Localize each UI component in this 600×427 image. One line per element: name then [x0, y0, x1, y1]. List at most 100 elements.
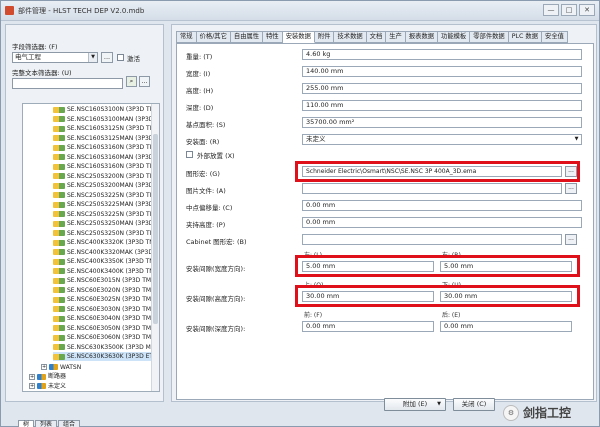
activate-checkbox[interactable] — [117, 54, 124, 61]
clamp-height-label: 夹持高度: (P) — [186, 221, 226, 229]
close-button[interactable]: 关闭 (C) — [453, 398, 495, 411]
clamp-height-field[interactable]: 0.00 mm — [302, 217, 582, 228]
field-filter-more-button[interactable]: ... — [101, 52, 113, 63]
tree-item[interactable]: SE.NSC160S3160MAN (3P3D M — [53, 153, 159, 162]
expand-icon[interactable]: + — [29, 373, 35, 380]
tree-item[interactable]: SE.NSC60E3050N (3P3D TM50 — [53, 324, 159, 333]
tab-9[interactable]: 报表数据 — [405, 31, 439, 43]
tree-item-label: SE.NSC60E3060N (3P3D TM60 — [67, 334, 159, 341]
tree-item[interactable]: SE.NSC400K3400K (3P3D TM4( — [53, 267, 159, 276]
tree-item[interactable]: SE.NSC60E3015N (3P3D TM15 — [53, 276, 159, 285]
tree-item[interactable]: SE.NSC60E3040N (3P3D TM40 — [53, 314, 159, 323]
tree-item[interactable]: SE.NSC250S3200MAN (3P3D M — [53, 181, 160, 190]
tree-item[interactable]: SE.NSC400K3350K (3P3D TM4( — [53, 257, 159, 266]
tree-item[interactable]: SE.NSC160S3125MAN (3P3D M — [53, 134, 159, 143]
tree-item[interactable]: SE.NSC60E3060N (3P3D TM60 — [53, 333, 159, 342]
tab-11[interactable]: 零部件数据 — [470, 31, 509, 43]
tab-7[interactable]: 文档 — [366, 31, 387, 43]
tab-list[interactable]: 列表 — [35, 420, 58, 427]
mount-surface-dropdown[interactable]: 未定义 ▼ — [302, 134, 582, 145]
tree-item[interactable]: SE.NSC630K3630K (3P3D ET52 — [53, 352, 159, 361]
tree-item[interactable]: SE.NSC400K3320MAK (3P3D M — [53, 248, 160, 257]
fulltext-filter-input[interactable] — [12, 78, 123, 89]
part-icon — [53, 268, 65, 274]
tree-item[interactable]: SE.NSC160S3100MAN (3P3D M — [53, 115, 159, 124]
gap-depth-front-field[interactable]: 0.00 mm — [302, 321, 434, 332]
tab-1[interactable]: 价格/其它 — [196, 31, 231, 43]
image-file-browse-button[interactable]: ... — [565, 183, 577, 194]
tab-13[interactable]: 安全值 — [542, 31, 568, 43]
expand-icon[interactable]: + — [29, 383, 35, 389]
tree-item[interactable]: SE.NSC160S3100N (3P3D TM1( — [53, 105, 159, 114]
tree-category[interactable]: +隔电安全开关 — [29, 391, 84, 392]
tree-item[interactable]: SE.NSC250S3250MAN (3P3D M — [53, 219, 160, 228]
minimize-button[interactable]: — — [543, 4, 559, 16]
width-field[interactable]: 140.00 mm — [302, 66, 582, 77]
chevron-down-icon: ▼ — [574, 136, 579, 142]
tab-4[interactable]: 安装数据 — [282, 31, 315, 43]
outer-placement-checkbox[interactable] — [186, 151, 193, 158]
tab-10[interactable]: 功能模板 — [438, 31, 471, 43]
tree-category[interactable]: + WATSN — [41, 363, 81, 372]
property-tabs: 常规 价格/其它 自由属性 特性 安装数据 附件 技术数据 文档 生产 报表数据 功能模板 零部件数据… — [176, 31, 568, 43]
tree-item-label: SE.NSC60E3040N (3P3D TM40 — [67, 315, 159, 322]
tree-item-label: SE.NSC160S3160N (3P3D TM1( — [67, 163, 160, 170]
tab-combined[interactable]: 组合 — [58, 420, 81, 427]
gap-depth-back-field[interactable]: 0.00 mm — [440, 321, 572, 332]
watermark: ⚙ 剑指工控 — [503, 404, 571, 421]
tree-item[interactable]: SE.NSC250S3200N (3P3D TM2( — [53, 172, 159, 181]
tab-8[interactable]: 生产 — [386, 31, 406, 43]
center-offset-field[interactable]: 0.00 mm — [302, 200, 582, 211]
tree-item[interactable]: SE.NSC400K3320K (3P3D TM4( — [53, 238, 159, 247]
tab-3[interactable]: 特性 — [263, 31, 283, 43]
tab-12[interactable]: PLC 数据 — [508, 31, 543, 43]
part-icon — [53, 230, 65, 236]
part-icon — [53, 154, 65, 160]
part-icon — [53, 173, 65, 179]
image-file-field[interactable] — [302, 183, 562, 194]
close-window-button[interactable]: ✕ — [579, 4, 595, 16]
tree-item[interactable]: SE.NSC630K3500K (3P3D M — [53, 343, 151, 352]
depth-field[interactable]: 110.00 mm — [302, 100, 582, 111]
maximize-button[interactable]: □ — [561, 4, 577, 16]
part-icon — [53, 258, 65, 265]
tree-item[interactable]: SE.NSC250S3225N (3P3D TM2( — [53, 210, 159, 219]
tab-2[interactable]: 自由属性 — [230, 31, 264, 43]
tree-item[interactable]: SE.NSC160S3160N (3P3D TM1( — [53, 143, 159, 152]
area-field[interactable]: 35700.00 mm² — [302, 117, 582, 128]
tree-item-label: SE.NSC250S3250MAN (3P3D M — [67, 220, 160, 227]
tab-0[interactable]: 常规 — [176, 31, 197, 43]
cabinet-macro-field[interactable] — [302, 234, 562, 245]
tree-category-label: 断路器 — [48, 373, 67, 380]
tab-5[interactable]: 附件 — [314, 31, 335, 43]
search-icon[interactable]: ⌕ — [126, 76, 137, 87]
field-filter-dropdown[interactable]: 电气工程 ▼ — [12, 52, 98, 63]
height-field[interactable]: 255.00 mm — [302, 83, 582, 94]
left-bottom-tabs: 树 列表 组合 — [18, 420, 81, 427]
tree-item[interactable]: SE.NSC250S3225N (3P3D TM2( — [53, 191, 159, 200]
mount-surface-value: 未定义 — [306, 135, 326, 143]
parts-tree[interactable]: SE.NSC160S3100N (3P3D TM1(SE.NSC160S3100… — [22, 103, 160, 392]
tab-6[interactable]: 技术数据 — [334, 31, 367, 43]
tab-tree[interactable]: 树 — [18, 420, 35, 427]
tree-item[interactable]: SE.NSC160S3125N (3P3D TM1( — [53, 124, 159, 133]
expand-icon[interactable]: + — [41, 364, 47, 370]
tree-item-label: SE.NSC400K3320MAK (3P3D M — [67, 248, 160, 256]
filter-options-button[interactable]: ... — [139, 76, 150, 87]
activate-label: 激活 — [127, 55, 140, 63]
tree-scrollbar[interactable] — [151, 104, 159, 391]
cabinet-macro-browse-button[interactable]: ... — [565, 234, 577, 245]
tree-item[interactable]: SE.NSC60E3030N (3P3D TM30 — [53, 305, 159, 314]
tree-item[interactable]: SE.NSC60E3020N (3P3D TM20 — [53, 286, 159, 295]
tree-category[interactable]: + 未定义 — [29, 382, 66, 391]
tree-category[interactable]: + 断路器 — [29, 372, 66, 381]
part-icon — [53, 163, 65, 170]
weight-field[interactable]: 4.60 kg — [302, 49, 582, 60]
extra-button[interactable]: 附加 (E) ▼ — [384, 398, 446, 411]
tree-item[interactable]: SE.NSC60E3025N (3P3D TM25 — [53, 295, 159, 304]
part-manager-window: 部件管理 - HLST TECH DEP V2.0.mdb — □ ✕ 字段筛选… — [0, 0, 600, 427]
tree-item[interactable]: SE.NSC250S3225MAN (3P3D M — [53, 200, 159, 209]
tree-item[interactable]: SE.NSC160S3160N (3P3D TM1( — [53, 162, 160, 171]
tree-item[interactable]: SE.NSC250S3250N (3P3D TM2( — [53, 229, 159, 238]
tree-item-label: SE.NSC250S3200MAN (3P3D M — [67, 182, 160, 189]
